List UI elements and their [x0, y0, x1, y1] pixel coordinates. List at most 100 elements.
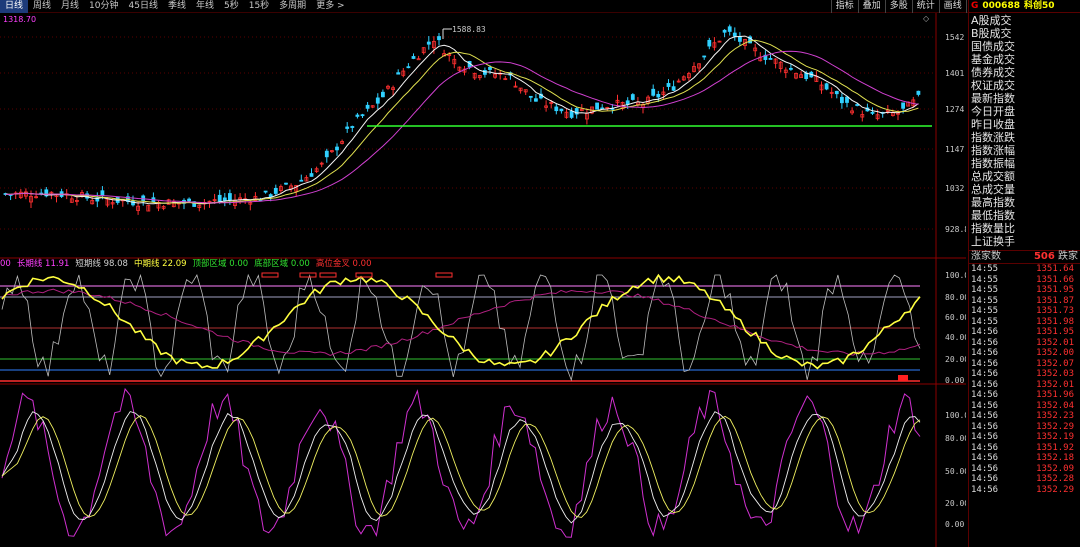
- candle-body: [360, 114, 365, 117]
- indicator-name: 长期线: [16, 259, 43, 269]
- period-tab[interactable]: 周线: [28, 0, 56, 13]
- candle-body: [416, 58, 421, 61]
- indicator-name: 顶部区域: [192, 259, 227, 269]
- tick-time: 14:56: [971, 484, 999, 495]
- tick-time: 14:56: [971, 337, 999, 348]
- index-menu-item[interactable]: 指数涨跌: [969, 131, 1080, 144]
- toolbar-button[interactable]: 画线: [938, 0, 966, 13]
- index-menu-item[interactable]: 指数涨幅: [969, 144, 1080, 157]
- period-tab[interactable]: 日线: [0, 0, 29, 13]
- toolbar-button[interactable]: 多股: [884, 0, 912, 13]
- period-tab[interactable]: 多周期: [274, 0, 311, 13]
- toolbar-button[interactable]: 叠加: [857, 0, 885, 13]
- period-tab[interactable]: 10分钟: [84, 0, 123, 13]
- tick-time: 14:55: [971, 316, 999, 327]
- toolbar-button[interactable]: 指标: [830, 0, 858, 13]
- index-menu-item[interactable]: 指数量比: [969, 222, 1080, 235]
- index-menu-item[interactable]: 最高指数: [969, 196, 1080, 209]
- candle-body: [707, 39, 712, 47]
- candle-body: [273, 187, 278, 194]
- kdj-k-line: [1, 411, 921, 524]
- peak-label: 1588.83: [452, 25, 486, 34]
- tick-price: 1352.28: [1036, 474, 1074, 484]
- candle-body: [702, 55, 707, 58]
- period-tab[interactable]: 更多 >: [311, 0, 349, 13]
- candle-body: [722, 29, 727, 33]
- tick-price: 1352.18: [1036, 453, 1074, 463]
- candle-body: [528, 95, 533, 98]
- price-tick-label: 1401: [945, 69, 964, 78]
- index-menu-item[interactable]: 总成交量: [969, 183, 1080, 196]
- tick-row: 14:56 1352.29: [969, 422, 1080, 433]
- tick-row: 14:56 1352.18: [969, 453, 1080, 464]
- tick-time: 14:56: [971, 411, 999, 421]
- tick-time: 14:56: [971, 463, 999, 474]
- candle-body: [824, 83, 829, 90]
- period-tab[interactable]: 季线: [163, 0, 191, 13]
- tick-price: 1351.95: [1036, 327, 1074, 337]
- candle-body: [554, 106, 559, 112]
- candle-body: [299, 179, 304, 182]
- stock-code: 000688: [982, 0, 1020, 11]
- period-tab[interactable]: 15秒: [244, 0, 274, 13]
- tick-row: 14:56 1351.92: [969, 443, 1080, 454]
- index-menu-item[interactable]: 最新指数: [969, 92, 1080, 105]
- tick-price: 1351.98: [1036, 316, 1074, 327]
- tick-price: 1352.04: [1036, 400, 1074, 411]
- tick-list[interactable]: 14:55 1351.64 14:55 1351.66 14:55 1351.95 14:5…: [969, 264, 1080, 495]
- candle-body: [738, 36, 742, 42]
- indicator-item: 中期线 22.09: [134, 259, 187, 270]
- index-menu-item[interactable]: B股成交: [969, 27, 1080, 40]
- candle-body: [569, 111, 574, 118]
- price-tick-label: 1542: [945, 33, 964, 42]
- tick-time: 14:55: [971, 285, 999, 295]
- index-menu-item[interactable]: 基金成交: [969, 53, 1080, 66]
- indicator-name: 短期线: [75, 259, 101, 269]
- tick-row: 14:56 1351.96: [969, 390, 1080, 401]
- index-menu-item[interactable]: 上证换手: [969, 235, 1080, 248]
- indicator-name: 高位金叉: [315, 259, 350, 269]
- index-menu: A股成交 B股成交 国债成交 基金成交 债券成交 权证成交 最新指数 今日开盘 昨日收盘 指数涨跌…: [969, 13, 1080, 248]
- tick-price: 1352.01: [1036, 337, 1074, 348]
- index-menu-item[interactable]: 债券成交: [969, 66, 1080, 79]
- index-menu-item[interactable]: 最低指数: [969, 209, 1080, 222]
- candle-body: [227, 193, 232, 201]
- long-term-line: [1, 288, 921, 357]
- price-chart[interactable]: 1542 1401 1274 1147 1032 928.8 1318.70 1588.83 ◇…: [0, 13, 966, 547]
- chart-area[interactable]: 1542 1401 1274 1147 1032 928.8 1318.70 1588.83 ◇…: [0, 13, 966, 547]
- tick-time: 14:56: [971, 400, 999, 411]
- toolbar-button[interactable]: 统计: [911, 0, 939, 13]
- candle-body: [559, 108, 564, 112]
- candle-body: [834, 90, 839, 95]
- period-tab[interactable]: 5秒: [219, 0, 244, 13]
- index-menu-item[interactable]: 指数振幅: [969, 157, 1080, 170]
- tick-time: 14:56: [971, 348, 999, 358]
- price-tick-label: 1147: [945, 145, 964, 154]
- tick-price: 1351.87: [1036, 295, 1074, 306]
- breadth-header: 涨家数 506 跌家: [969, 250, 1080, 264]
- indicator-prefix: 00: [0, 259, 11, 269]
- quote-side-panel: G 000688 科创50 A股成交 B股成交 国债成交 基金成交 债券成交 权证成交 最新…: [968, 0, 1080, 547]
- tick-row: 14:56 1351.95: [969, 327, 1080, 338]
- kdj-tick-label: 100.00: [945, 411, 966, 420]
- period-tab[interactable]: 45日线: [124, 0, 163, 13]
- index-menu-item[interactable]: 权证成交: [969, 79, 1080, 92]
- tick-time: 14:56: [971, 453, 999, 463]
- tick-price: 1352.29: [1036, 484, 1074, 495]
- index-menu-item[interactable]: 总成交额: [969, 170, 1080, 183]
- tick-time: 14:56: [971, 421, 999, 432]
- candle-body: [732, 32, 737, 37]
- index-menu-item[interactable]: 昨日收盘: [969, 118, 1080, 131]
- candle-body: [488, 66, 492, 70]
- period-tab[interactable]: 年线: [191, 0, 219, 13]
- tick-row: 14:56 1352.01: [969, 338, 1080, 349]
- candle-body: [855, 104, 860, 106]
- tick-price: 1351.66: [1036, 274, 1074, 285]
- index-menu-item[interactable]: A股成交: [969, 14, 1080, 27]
- period-tab[interactable]: 月线: [56, 0, 84, 13]
- tick-row: 14:55 1351.73: [969, 306, 1080, 317]
- candle-body: [916, 90, 921, 95]
- index-menu-item[interactable]: 今日开盘: [969, 105, 1080, 118]
- index-menu-item[interactable]: 国债成交: [969, 40, 1080, 53]
- candle-body: [345, 126, 350, 129]
